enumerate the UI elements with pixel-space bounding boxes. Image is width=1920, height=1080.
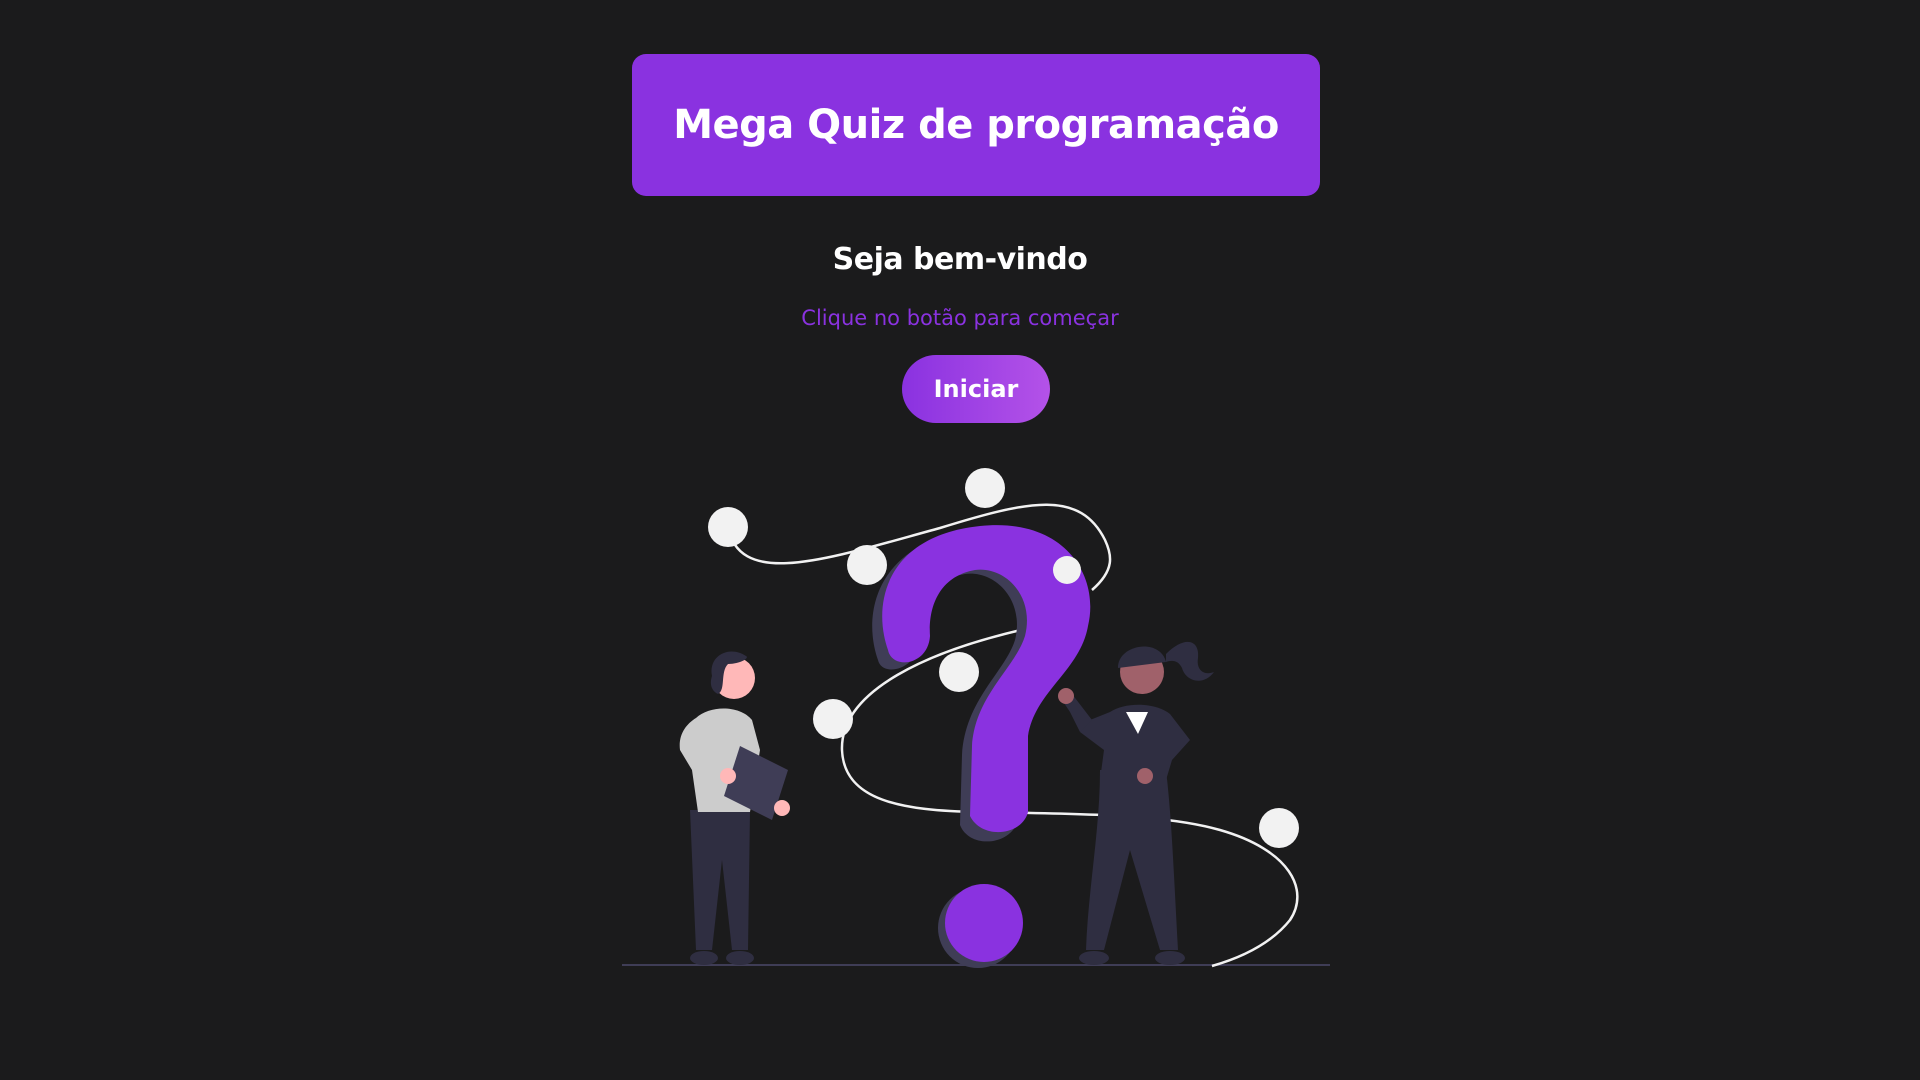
page-title: Mega Quiz de programação (673, 102, 1279, 148)
question-mark-people-illustration (622, 468, 1330, 968)
title-banner: Mega Quiz de programação (632, 54, 1320, 196)
node-circle (965, 468, 1005, 508)
start-button[interactable]: Iniciar (902, 355, 1050, 423)
node-circle (939, 652, 979, 692)
welcome-heading: Seja bem-vindo (832, 242, 1088, 277)
question-dot (945, 884, 1023, 962)
man-figure (679, 651, 790, 965)
node-circle (1053, 556, 1081, 584)
string-lower (840, 626, 1299, 968)
quiz-start-page: Mega Quiz de programação Seja bem-vindo … (0, 0, 1920, 1080)
node-circle (1259, 808, 1299, 848)
node-circle (813, 699, 853, 739)
instruction-text: Clique no botão para começar (801, 306, 1119, 330)
node-circle (708, 507, 748, 547)
woman-figure (1058, 641, 1214, 965)
node-circle (847, 545, 887, 585)
